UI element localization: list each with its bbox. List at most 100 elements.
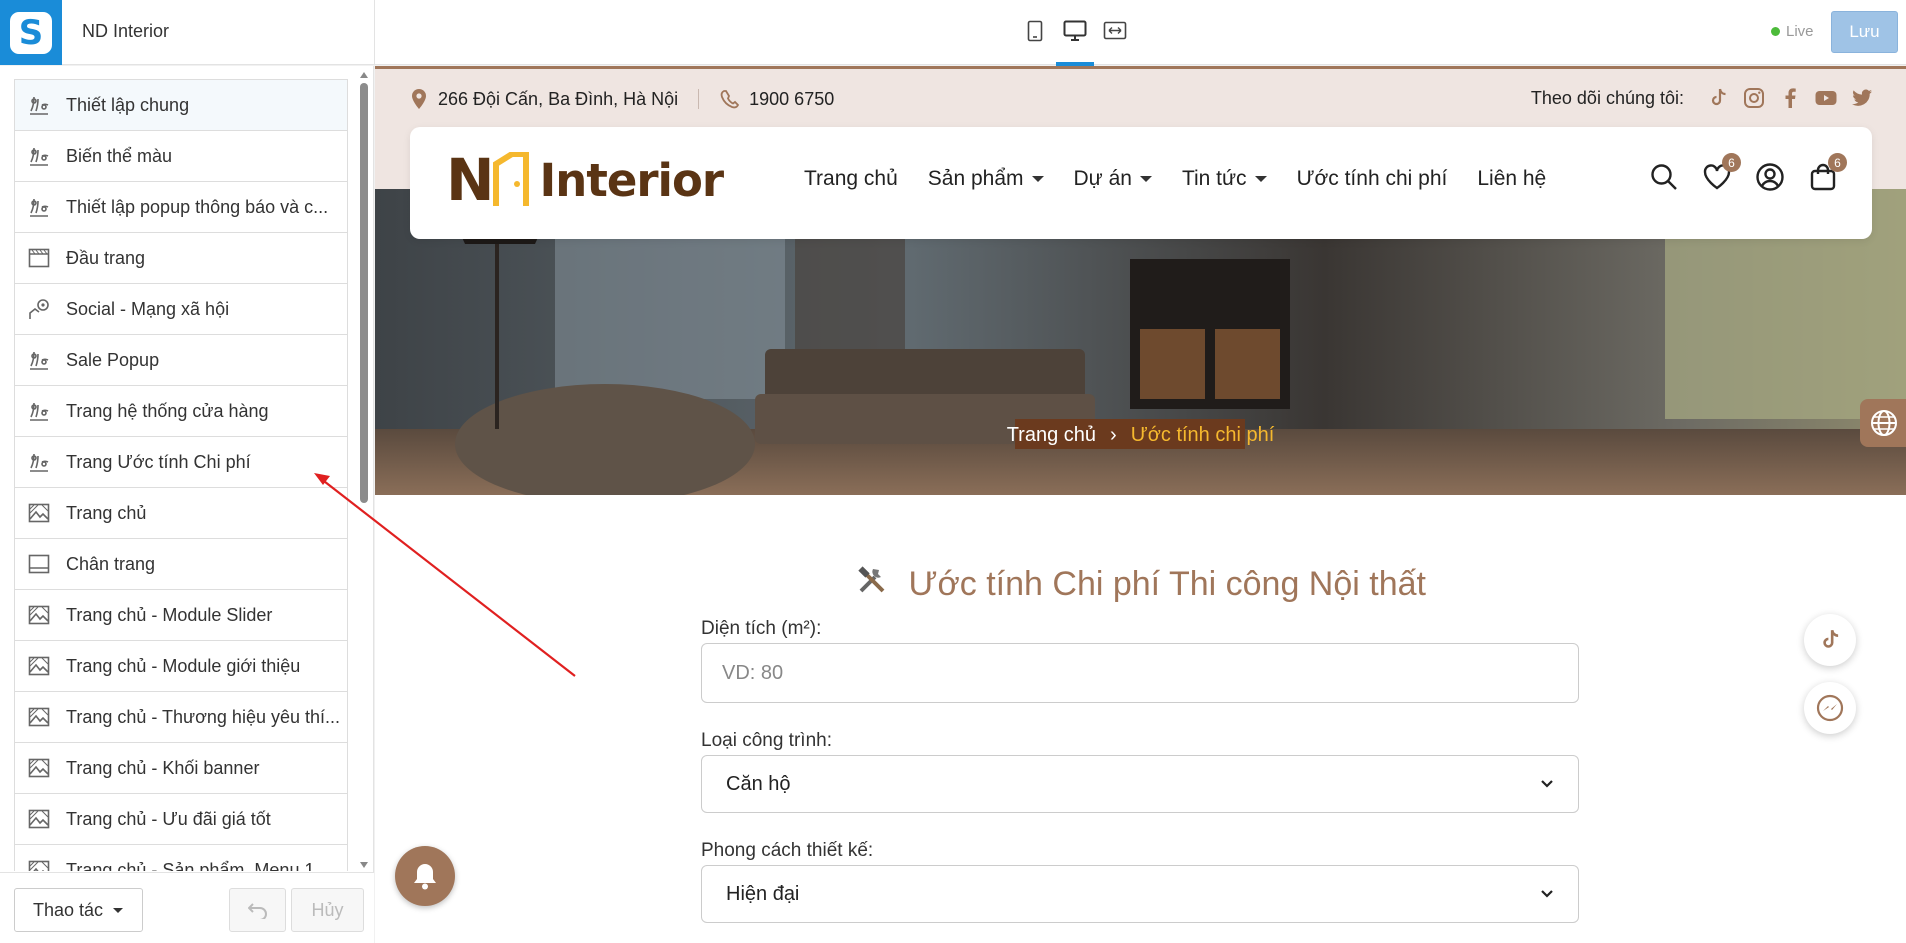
sidebar: Thiết lập chung Biến thể màu Thiết lập pop… bbox=[0, 66, 374, 943]
settings-sliders-icon bbox=[27, 144, 51, 168]
settings-sliders-icon bbox=[27, 399, 51, 423]
logo-letter: S bbox=[10, 11, 52, 54]
sidebar-item-label: Chân trang bbox=[66, 553, 156, 574]
sidebar-item[interactable]: Trang chủ - Thương hiệu yêu thí... bbox=[15, 692, 347, 743]
sidebar-item[interactable]: Đầu trang bbox=[15, 233, 347, 284]
messenger-icon bbox=[1816, 694, 1844, 722]
logo-door-icon bbox=[492, 152, 529, 206]
sidebar-item[interactable]: Social - Mạng xã hội bbox=[15, 284, 347, 335]
contact-info: 266 Đội Cấn, Ba Đình, Hà Nội 1900 6750 bbox=[410, 88, 834, 110]
sidebar-item[interactable]: Trang chủ - Khối banner bbox=[15, 743, 347, 794]
undo-button[interactable] bbox=[229, 888, 286, 932]
undo-icon bbox=[247, 903, 267, 919]
sidebar-item[interactable]: Trang chủ - Module giới thiệu bbox=[15, 641, 347, 692]
youtube-icon[interactable] bbox=[1814, 86, 1838, 110]
sidebar-item[interactable]: Trang chủ - Module Slider bbox=[15, 590, 347, 641]
breadcrumb-home[interactable]: Trang chủ bbox=[1007, 424, 1096, 446]
sidebar-item-label: Sale Popup bbox=[66, 349, 160, 370]
tools-icon bbox=[855, 565, 898, 603]
wishlist-button[interactable]: 6 bbox=[1702, 153, 1741, 192]
sidebar-item[interactable]: Trang chủ bbox=[15, 488, 347, 539]
site-logo[interactable]: N Interior bbox=[446, 151, 724, 209]
chevron-down-icon bbox=[1541, 780, 1553, 788]
live-label: Live bbox=[1786, 23, 1814, 40]
sidebar-item-label: Trang chủ - Module giới thiệu bbox=[66, 655, 301, 676]
twitter-icon[interactable] bbox=[1850, 86, 1874, 110]
site-address: 266 Đội Cấn, Ba Đình, Hà Nội bbox=[438, 88, 679, 109]
nav-item-label: Liên hệ bbox=[1477, 167, 1547, 190]
account-button[interactable] bbox=[1755, 162, 1785, 192]
area-label: Diện tích (m²): bbox=[701, 618, 822, 639]
sidebar-item-label: Trang Ước tính Chi phí bbox=[66, 451, 251, 472]
nav-item[interactable]: Dự án bbox=[1074, 167, 1152, 191]
store-title: ND Interior bbox=[82, 21, 170, 41]
tiktok-float-button[interactable] bbox=[1804, 614, 1856, 666]
language-button[interactable] bbox=[1860, 399, 1906, 447]
scroll-thumb[interactable] bbox=[360, 83, 368, 503]
location-pin-icon bbox=[412, 89, 426, 109]
sidebar-item[interactable]: Trang chủ - Sản phẩm, Menu 1 bbox=[15, 845, 347, 871]
sidebar-item-label: Thiết lập chung bbox=[66, 94, 190, 115]
scroll-down-arrow[interactable] bbox=[360, 862, 368, 868]
cost-estimate-form: Ước tính Chi phí Thi công Nội thất Diện … bbox=[375, 495, 1906, 943]
instagram-icon[interactable] bbox=[1742, 86, 1766, 110]
image-module-icon bbox=[27, 858, 51, 871]
site-phone[interactable]: 1900 6750 bbox=[749, 89, 834, 110]
sidebar-item[interactable]: Thiết lập popup thông báo và c... bbox=[15, 182, 347, 233]
nav-item[interactable]: Ước tính chi phí bbox=[1297, 167, 1448, 191]
save-button[interactable]: Lưu bbox=[1831, 11, 1898, 53]
social-links bbox=[1706, 86, 1874, 110]
tiktok-icon bbox=[1823, 629, 1839, 648]
nav-item[interactable]: Tin tức bbox=[1182, 167, 1267, 191]
building-type-select[interactable]: Căn hộ bbox=[701, 755, 1579, 813]
settings-sliders-icon bbox=[27, 195, 51, 219]
sidebar-item-label: Biến thể màu bbox=[66, 145, 173, 166]
bell-icon bbox=[414, 864, 436, 890]
settings-sliders-icon bbox=[27, 93, 51, 117]
sidebar-item[interactable]: Biến thể màu bbox=[15, 131, 347, 182]
actions-dropdown[interactable]: Thao tác bbox=[14, 888, 143, 932]
divider bbox=[698, 89, 700, 109]
scroll-up-arrow[interactable] bbox=[360, 72, 368, 78]
caret-down-icon bbox=[1139, 176, 1152, 182]
site-header: N Interior Trang chủ Sản phẩm Dự án Tin tức… bbox=[410, 127, 1872, 239]
area-input[interactable]: VD: 80 bbox=[701, 643, 1579, 703]
cancel-button[interactable]: Hủy bbox=[291, 888, 364, 932]
user-icon bbox=[1756, 163, 1784, 191]
sidebar-item[interactable]: Trang chủ - Ưu đãi giá tốt bbox=[15, 794, 347, 845]
tiktok-icon[interactable] bbox=[1706, 86, 1730, 110]
notification-bell-button[interactable] bbox=[395, 846, 455, 906]
sidebar-item[interactable]: Sale Popup bbox=[15, 335, 347, 386]
sidebar-item-label: Trang chủ bbox=[66, 502, 147, 523]
image-module-icon bbox=[27, 603, 51, 627]
fullwidth-view-button[interactable] bbox=[1102, 16, 1128, 50]
nav-item[interactable]: Trang chủ bbox=[804, 167, 898, 191]
top-bar: S ND Interior Live Lưu bbox=[0, 0, 1906, 66]
desktop-view-button[interactable] bbox=[1056, 16, 1094, 66]
sidebar-item-label: Trang chủ - Ưu đãi giá tốt bbox=[66, 808, 271, 829]
sidebar-item-label: Trang chủ - Module Slider bbox=[66, 604, 273, 625]
nav-item[interactable]: Liên hệ bbox=[1477, 167, 1546, 191]
mobile-view-button[interactable] bbox=[1022, 16, 1048, 50]
sidebar-item[interactable]: Trang hệ thống cửa hàng bbox=[15, 386, 347, 437]
app-logo[interactable]: S bbox=[0, 0, 62, 65]
sidebar-item[interactable]: Chân trang bbox=[15, 539, 347, 590]
desktop-icon bbox=[1063, 20, 1087, 41]
cart-count-badge: 6 bbox=[1828, 153, 1847, 172]
footer-icon bbox=[27, 552, 51, 576]
editor-app: S ND Interior Live Lưu Thiết lập chung Bi… bbox=[0, 0, 1906, 943]
sidebar-item-label: Đầu trang bbox=[66, 247, 146, 268]
caret-down-icon bbox=[113, 907, 124, 913]
sidebar-scrollbar[interactable] bbox=[358, 66, 370, 878]
follow-label: Theo dõi chúng tôi: bbox=[1530, 87, 1684, 108]
search-button[interactable] bbox=[1649, 162, 1679, 192]
facebook-icon[interactable] bbox=[1778, 86, 1802, 110]
sidebar-item[interactable]: Trang Ước tính Chi phí bbox=[15, 437, 347, 488]
cart-button[interactable]: 6 bbox=[1808, 153, 1847, 192]
building-type-value: Căn hộ bbox=[726, 772, 791, 795]
phone-icon bbox=[720, 90, 740, 109]
design-style-select[interactable]: Hiện đại bbox=[701, 865, 1579, 923]
sidebar-item[interactable]: Thiết lập chung bbox=[15, 80, 347, 131]
messenger-float-button[interactable] bbox=[1804, 682, 1856, 734]
nav-item[interactable]: Sản phẩm bbox=[928, 167, 1044, 191]
